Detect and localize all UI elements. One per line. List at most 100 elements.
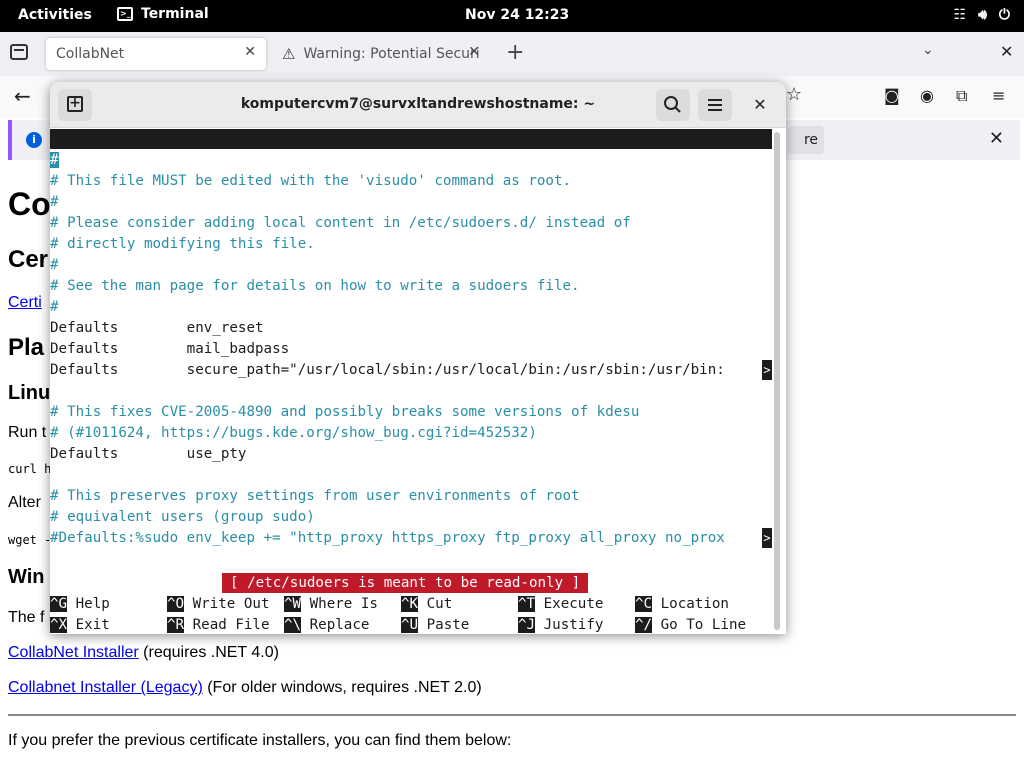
file-line[interactable]: # This preserves proxy settings from use… bbox=[50, 486, 772, 507]
file-line[interactable]: # bbox=[50, 255, 772, 276]
file-line[interactable]: #Defaults:%sudo env_keep += "http_proxy … bbox=[50, 528, 772, 549]
shortcut-key: ^C bbox=[635, 596, 653, 612]
system-tray[interactable]: ☷ 🔊︎ ⏻ bbox=[954, 7, 1010, 23]
file-line[interactable]: # Please consider adding local content i… bbox=[50, 213, 772, 234]
activities-button[interactable]: Activities bbox=[18, 7, 92, 23]
nano-shortcut: ^R Read File bbox=[167, 615, 270, 634]
close-window-button[interactable]: ✕ bbox=[748, 93, 772, 117]
file-line[interactable]: # bbox=[50, 192, 772, 213]
hamburger-menu-icon[interactable]: ≡ bbox=[992, 86, 1005, 105]
tab-collabnet[interactable]: CollabNet ✕ bbox=[46, 38, 266, 70]
shortcut-key: ^U bbox=[401, 617, 419, 633]
line-overflow-marker: > bbox=[762, 528, 772, 548]
shortcut-label: Where Is bbox=[301, 596, 378, 612]
nano-shortcut: ^/ Go To Line bbox=[635, 615, 746, 634]
body-text: Alter bbox=[8, 494, 41, 511]
info-icon: i bbox=[26, 132, 42, 148]
tab-label: Warning: Potential Securi bbox=[303, 46, 480, 62]
network-icon: ☷ bbox=[953, 7, 967, 23]
line-text: # bbox=[50, 152, 59, 168]
code-snippet: curl h bbox=[8, 462, 52, 476]
search-button[interactable] bbox=[656, 89, 690, 121]
shortcut-label: Replace bbox=[301, 617, 370, 633]
menu-button[interactable] bbox=[698, 89, 732, 121]
shortcut-label: Cut bbox=[418, 596, 453, 612]
close-icon[interactable]: ✕ bbox=[989, 128, 1004, 149]
body-text: The f bbox=[8, 609, 45, 626]
collabnet-legacy-installer-link[interactable]: Collabnet Installer (Legacy) bbox=[8, 679, 203, 696]
file-line[interactable]: # directly modifying this file. bbox=[50, 234, 772, 255]
code-snippet: wget - bbox=[8, 533, 52, 547]
shortcut-key: ^W bbox=[284, 596, 302, 612]
shortcut-key: ^T bbox=[518, 596, 536, 612]
tab-warning[interactable]: ⚠ Warning: Potential Securi ✕ bbox=[272, 38, 490, 70]
new-tab-icon[interactable]: + bbox=[506, 40, 524, 65]
line-text: # This preserves proxy settings from use… bbox=[50, 488, 580, 504]
shortcut-key: ^O bbox=[167, 596, 185, 612]
line-text: Defaults use_pty bbox=[50, 446, 247, 462]
collabnet-installer-link[interactable]: CollabNet Installer bbox=[8, 644, 139, 661]
shortcut-key: ^X bbox=[50, 617, 68, 633]
line-text: Defaults env_reset bbox=[50, 320, 264, 336]
close-icon[interactable]: ✕ bbox=[468, 44, 480, 60]
divider bbox=[8, 714, 1016, 716]
shortcut-label: Write Out bbox=[184, 596, 270, 612]
section-heading: Pla bbox=[8, 334, 45, 361]
extensions-icon[interactable]: ⧉ bbox=[956, 86, 967, 106]
section-heading: Cer bbox=[8, 246, 49, 273]
shortcut-label: Justify bbox=[535, 617, 604, 633]
notification-action-button[interactable]: re bbox=[788, 126, 824, 154]
subsection-heading: Win bbox=[8, 566, 45, 588]
line-text: # Please consider adding local content i… bbox=[50, 215, 631, 231]
file-line[interactable]: # This fixes CVE-2005-4890 and possibly … bbox=[50, 402, 772, 423]
account-icon[interactable]: ◉ bbox=[920, 86, 934, 105]
installer-note: (requires .NET 4.0) bbox=[138, 644, 279, 661]
nano-shortcut: ^C Location bbox=[635, 594, 729, 615]
shortcut-label: Go To Line bbox=[652, 617, 747, 633]
nano-shortcut: ^X Exit bbox=[50, 615, 110, 634]
file-line[interactable]: # bbox=[50, 150, 772, 171]
subsection-heading: Linu bbox=[8, 382, 51, 404]
line-text: #Defaults:%sudo env_keep += "http_proxy … bbox=[50, 530, 725, 546]
pocket-icon[interactable]: ◙ bbox=[884, 86, 900, 105]
nano-shortcut: ^W Where Is bbox=[284, 594, 378, 615]
line-text: # See the man page for details on how to… bbox=[50, 278, 580, 294]
file-line[interactable] bbox=[50, 381, 772, 402]
shortcut-key: ^R bbox=[167, 617, 185, 633]
shortcut-label: Help bbox=[67, 596, 110, 612]
file-line[interactable]: # See the man page for details on how to… bbox=[50, 276, 772, 297]
terminal-header-bar[interactable]: + komputercvm7@survxltandrewshostname: ~… bbox=[50, 82, 786, 128]
file-line[interactable]: Defaults use_pty bbox=[50, 444, 772, 465]
gnome-top-bar: Activities >_ Terminal Nov 24 12:23 ☷ 🔊︎… bbox=[0, 0, 1024, 32]
chevron-down-icon[interactable]: ⌄ bbox=[922, 42, 934, 58]
power-icon: ⏻ bbox=[998, 7, 1010, 23]
tab-list-icon[interactable] bbox=[10, 44, 28, 60]
certificate-link[interactable]: Certi bbox=[8, 294, 42, 312]
clock[interactable]: Nov 24 12:23 bbox=[465, 7, 569, 23]
file-line[interactable]: Defaults secure_path="/usr/local/sbin:/u… bbox=[50, 360, 772, 381]
file-line[interactable] bbox=[50, 465, 772, 486]
close-icon: ✕ bbox=[753, 95, 767, 114]
file-line[interactable]: # This file MUST be edited with the 'vis… bbox=[50, 171, 772, 192]
bookmark-star-icon[interactable]: ☆ bbox=[786, 84, 802, 105]
close-icon[interactable]: ✕ bbox=[1000, 42, 1013, 61]
scrollbar[interactable] bbox=[774, 132, 780, 630]
file-line[interactable]: Defaults mail_badpass bbox=[50, 339, 772, 360]
close-icon[interactable]: ✕ bbox=[244, 44, 256, 60]
shortcut-label: Read File bbox=[184, 617, 270, 633]
nano-editor[interactable]: GNU nano 7.2 /etc/sudoers # # This file M… bbox=[50, 129, 772, 634]
shortcut-label: Exit bbox=[67, 617, 110, 633]
shortcut-label: Execute bbox=[535, 596, 604, 612]
terminal-window[interactable]: + komputercvm7@survxltandrewshostname: ~… bbox=[50, 82, 786, 634]
page-title: Co bbox=[8, 186, 51, 222]
file-line[interactable]: # equivalent users (group sudo) bbox=[50, 507, 772, 528]
file-line[interactable]: # bbox=[50, 297, 772, 318]
shortcut-key: ^\ bbox=[284, 617, 302, 633]
nano-title-bar: GNU nano 7.2 /etc/sudoers bbox=[50, 129, 772, 187]
file-line[interactable]: Defaults env_reset bbox=[50, 318, 772, 339]
shortcut-label: Paste bbox=[418, 617, 470, 633]
nano-shortcut: ^\ Replace bbox=[284, 615, 369, 634]
file-line[interactable]: # (#1011624, https://bugs.kde.org/show_b… bbox=[50, 423, 772, 444]
back-arrow-icon[interactable]: ← bbox=[14, 84, 31, 108]
app-menu[interactable]: >_ Terminal bbox=[117, 6, 209, 22]
